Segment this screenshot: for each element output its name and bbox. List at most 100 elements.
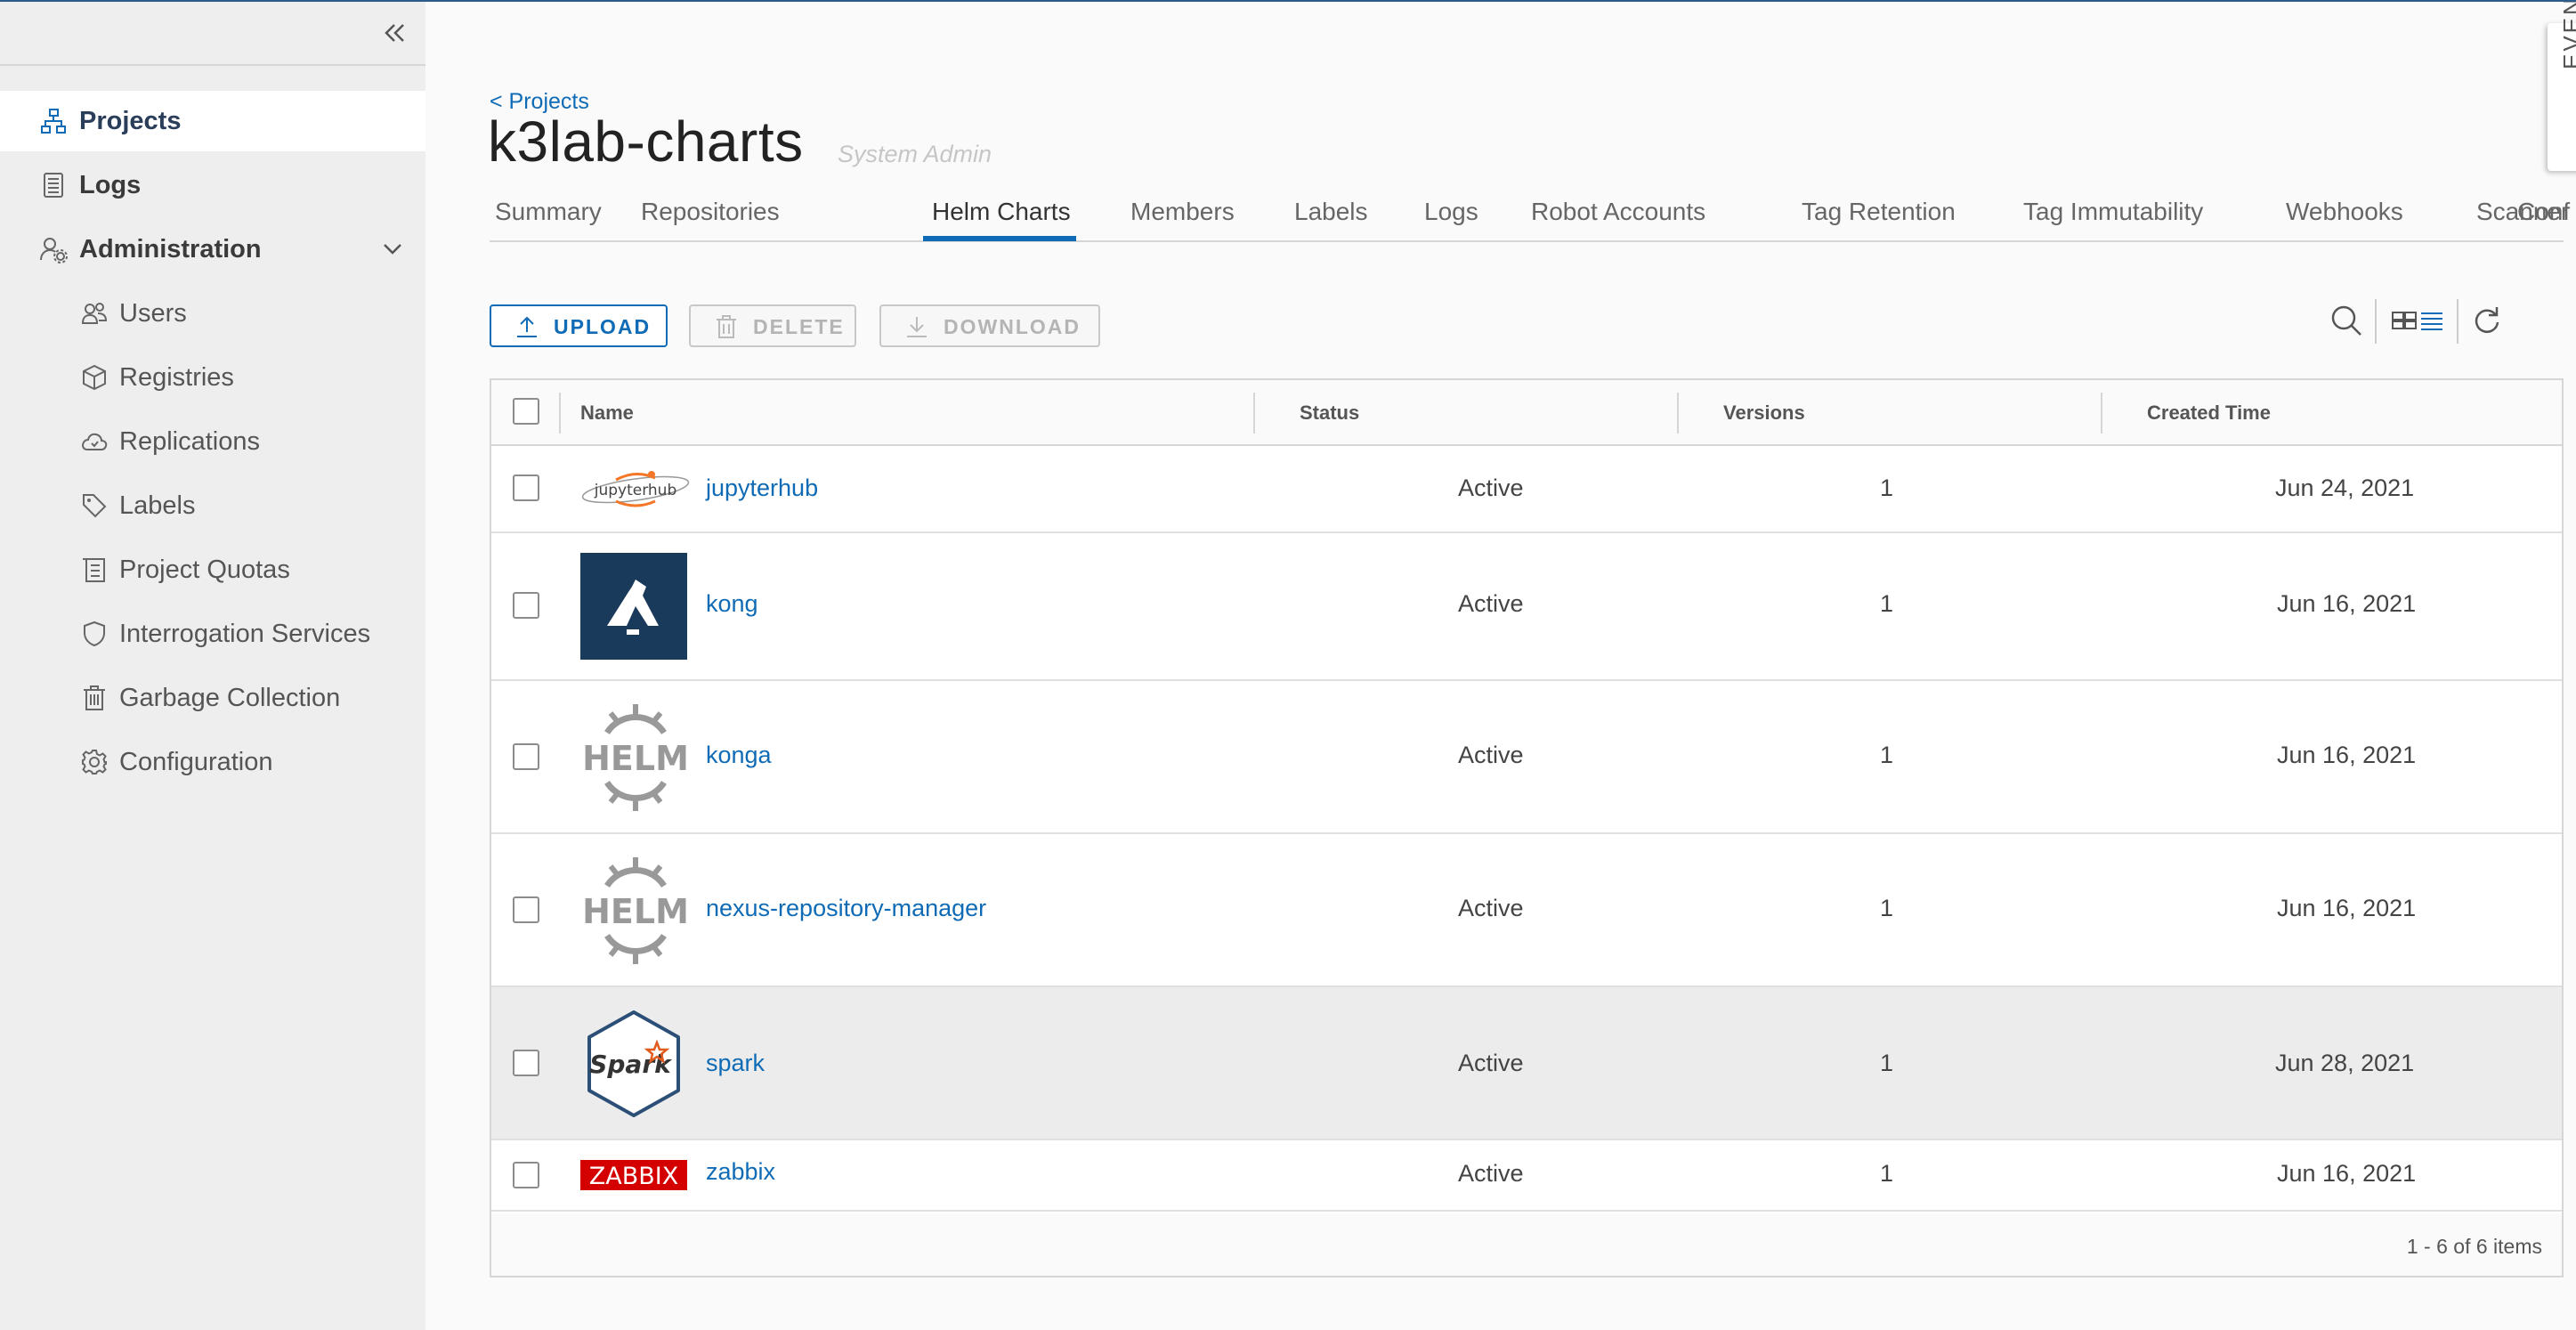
tab-members[interactable]: Members bbox=[1130, 198, 1235, 226]
sidebar-item-administration[interactable]: Administration bbox=[0, 219, 425, 280]
tab-summary[interactable]: Summary bbox=[495, 198, 602, 226]
sidebar-item-label: Projects bbox=[79, 106, 182, 135]
versions-cell: 1 bbox=[1880, 742, 1894, 768]
chart-name-link[interactable]: nexus-repository-manager bbox=[706, 895, 986, 922]
chart-name-link[interactable]: zabbix bbox=[706, 1158, 775, 1186]
helm-charts-table: Name Status Versions Created Time jupyte… bbox=[490, 378, 2564, 1277]
table-row[interactable]: HELM nexus-repository-manager Active 1 J… bbox=[491, 834, 2562, 987]
chart-name-link[interactable]: kong bbox=[706, 590, 758, 618]
administration-icon bbox=[40, 238, 68, 264]
tab-tag-immutability[interactable]: Tag Immutability bbox=[2023, 198, 2203, 226]
tab-tag-retention[interactable]: Tag Retention bbox=[1802, 198, 1956, 226]
row-checkbox[interactable] bbox=[513, 743, 539, 770]
status-cell: Active bbox=[1458, 1050, 1524, 1076]
jupyterhub-logo: jupyterhub bbox=[581, 471, 690, 507]
created-time-cell: Jun 16, 2021 bbox=[2277, 742, 2417, 768]
created-time-cell: Jun 16, 2021 bbox=[2277, 895, 2417, 921]
page-title: k3lab-charts bbox=[488, 109, 804, 174]
event-tab-label: EVENT bbox=[2558, 0, 2576, 69]
project-quotas-icon bbox=[83, 558, 105, 582]
upload-button-label: UPLOAD bbox=[554, 315, 652, 338]
projects-icon bbox=[41, 109, 66, 134]
sidebar-item-labels[interactable]: Labels bbox=[0, 475, 425, 536]
sidebar-item-label: Users bbox=[119, 298, 187, 328]
event-panel-tab[interactable]: EVENT bbox=[2548, 0, 2576, 171]
row-checkbox[interactable] bbox=[513, 474, 539, 501]
chevron-down-icon[interactable] bbox=[379, 236, 406, 263]
users-icon bbox=[81, 303, 108, 324]
sidebar-item-label: Project Quotas bbox=[119, 555, 290, 584]
column-header-versions[interactable]: Versions bbox=[1723, 401, 1805, 425]
column-header-created-time[interactable]: Created Time bbox=[2147, 401, 2271, 425]
row-checkbox[interactable] bbox=[513, 592, 539, 619]
sidebar-item-users[interactable]: Users bbox=[0, 283, 425, 344]
helm-logo-text: HELM bbox=[582, 892, 689, 931]
tab-repositories[interactable]: Repositories bbox=[641, 198, 780, 226]
sidebar-item-registries[interactable]: Registries bbox=[0, 347, 425, 408]
tab-logs[interactable]: Logs bbox=[1424, 198, 1478, 226]
project-tabs: Summary Repositories Helm Charts Members… bbox=[490, 185, 2569, 242]
select-all-checkbox[interactable] bbox=[513, 398, 539, 425]
main-content: < Projects k3lab-charts System Admin EVE… bbox=[425, 0, 2576, 1330]
column-divider[interactable] bbox=[2101, 393, 2102, 434]
sidebar-item-projects[interactable]: Projects bbox=[0, 91, 425, 151]
refresh-icon[interactable] bbox=[2469, 303, 2505, 338]
table-row[interactable]: jupyterhub jupyterhub Active 1 Jun 24, 2… bbox=[491, 446, 2562, 533]
row-checkbox[interactable] bbox=[513, 1162, 539, 1188]
zabbix-logo-text: ZABBIX bbox=[589, 1163, 678, 1190]
upload-button[interactable]: UPLOAD bbox=[490, 304, 668, 347]
tab-webhooks[interactable]: Webhooks bbox=[2286, 198, 2403, 226]
trash-icon bbox=[84, 685, 105, 710]
tab-robot-accounts[interactable]: Robot Accounts bbox=[1531, 198, 1705, 226]
table-row[interactable]: HELM konga Active 1 Jun 16, 2021 bbox=[491, 681, 2562, 834]
row-checkbox[interactable] bbox=[513, 1050, 539, 1076]
chart-name-link[interactable]: jupyterhub bbox=[706, 474, 818, 502]
role-label: System Admin bbox=[838, 141, 992, 167]
helm-logo: HELM bbox=[582, 857, 689, 964]
sidebar-item-label: Administration bbox=[79, 234, 262, 264]
chart-name-link[interactable]: konga bbox=[706, 742, 772, 769]
sidebar-item-project-quotas[interactable]: Project Quotas bbox=[0, 539, 425, 600]
pagination-summary: 1 - 6 of 6 items bbox=[2406, 1235, 2542, 1258]
column-divider bbox=[559, 393, 561, 434]
download-icon bbox=[907, 317, 927, 337]
sidebar-item-label: Garbage Collection bbox=[119, 683, 341, 712]
sidebar-item-replications[interactable]: Replications bbox=[0, 411, 425, 472]
row-checkbox[interactable] bbox=[513, 896, 539, 923]
double-chevron-left-icon[interactable] bbox=[379, 18, 409, 48]
sidebar: Projects Logs Administration Users Regis… bbox=[0, 0, 425, 1330]
status-cell: Active bbox=[1458, 474, 1524, 501]
table-row[interactable]: kong Active 1 Jun 16, 2021 bbox=[491, 533, 2562, 681]
sidebar-item-garbage-collection[interactable]: Garbage Collection bbox=[0, 668, 425, 728]
tab-configuration-label[interactable]: Conf bbox=[2517, 198, 2576, 226]
column-header-status[interactable]: Status bbox=[1300, 401, 1359, 425]
sidebar-item-label: Configuration bbox=[119, 747, 273, 776]
sidebar-item-label: Labels bbox=[119, 491, 196, 520]
spark-logo: Spark bbox=[587, 1010, 680, 1117]
column-header-name[interactable]: Name bbox=[580, 401, 634, 425]
sidebar-item-configuration[interactable]: Configuration bbox=[0, 732, 425, 792]
sidebar-collapse-button[interactable] bbox=[0, 0, 425, 66]
status-cell: Active bbox=[1458, 1160, 1524, 1187]
sidebar-item-interrogation-services[interactable]: Interrogation Services bbox=[0, 604, 425, 664]
helm-logo: HELM bbox=[582, 704, 689, 811]
download-button[interactable]: DOWNLOAD bbox=[879, 304, 1100, 347]
column-divider[interactable] bbox=[1253, 393, 1255, 434]
status-cell: Active bbox=[1458, 590, 1524, 617]
sidebar-item-label: Logs bbox=[79, 170, 142, 199]
table-row[interactable]: Spark spark Active 1 Jun 28, 2021 bbox=[491, 987, 2562, 1140]
delete-button[interactable]: DELETE bbox=[689, 304, 856, 347]
tab-labels[interactable]: Labels bbox=[1294, 198, 1368, 226]
table-row[interactable]: ZABBIX zabbix Active 1 Jun 16, 2021 bbox=[491, 1140, 2562, 1212]
sidebar-item-logs[interactable]: Logs bbox=[0, 155, 425, 215]
column-divider[interactable] bbox=[1677, 393, 1679, 434]
registries-icon bbox=[83, 364, 106, 391]
card-list-view-toggle-icon[interactable] bbox=[2391, 303, 2446, 338]
versions-cell: 1 bbox=[1880, 474, 1894, 501]
logs-icon bbox=[44, 173, 63, 198]
tab-helm-charts[interactable]: Helm Charts bbox=[932, 198, 1071, 226]
table-header: Name Status Versions Created Time bbox=[491, 380, 2562, 446]
chart-name-link[interactable]: spark bbox=[706, 1050, 765, 1077]
versions-cell: 1 bbox=[1880, 590, 1894, 617]
search-icon[interactable] bbox=[2329, 303, 2364, 338]
